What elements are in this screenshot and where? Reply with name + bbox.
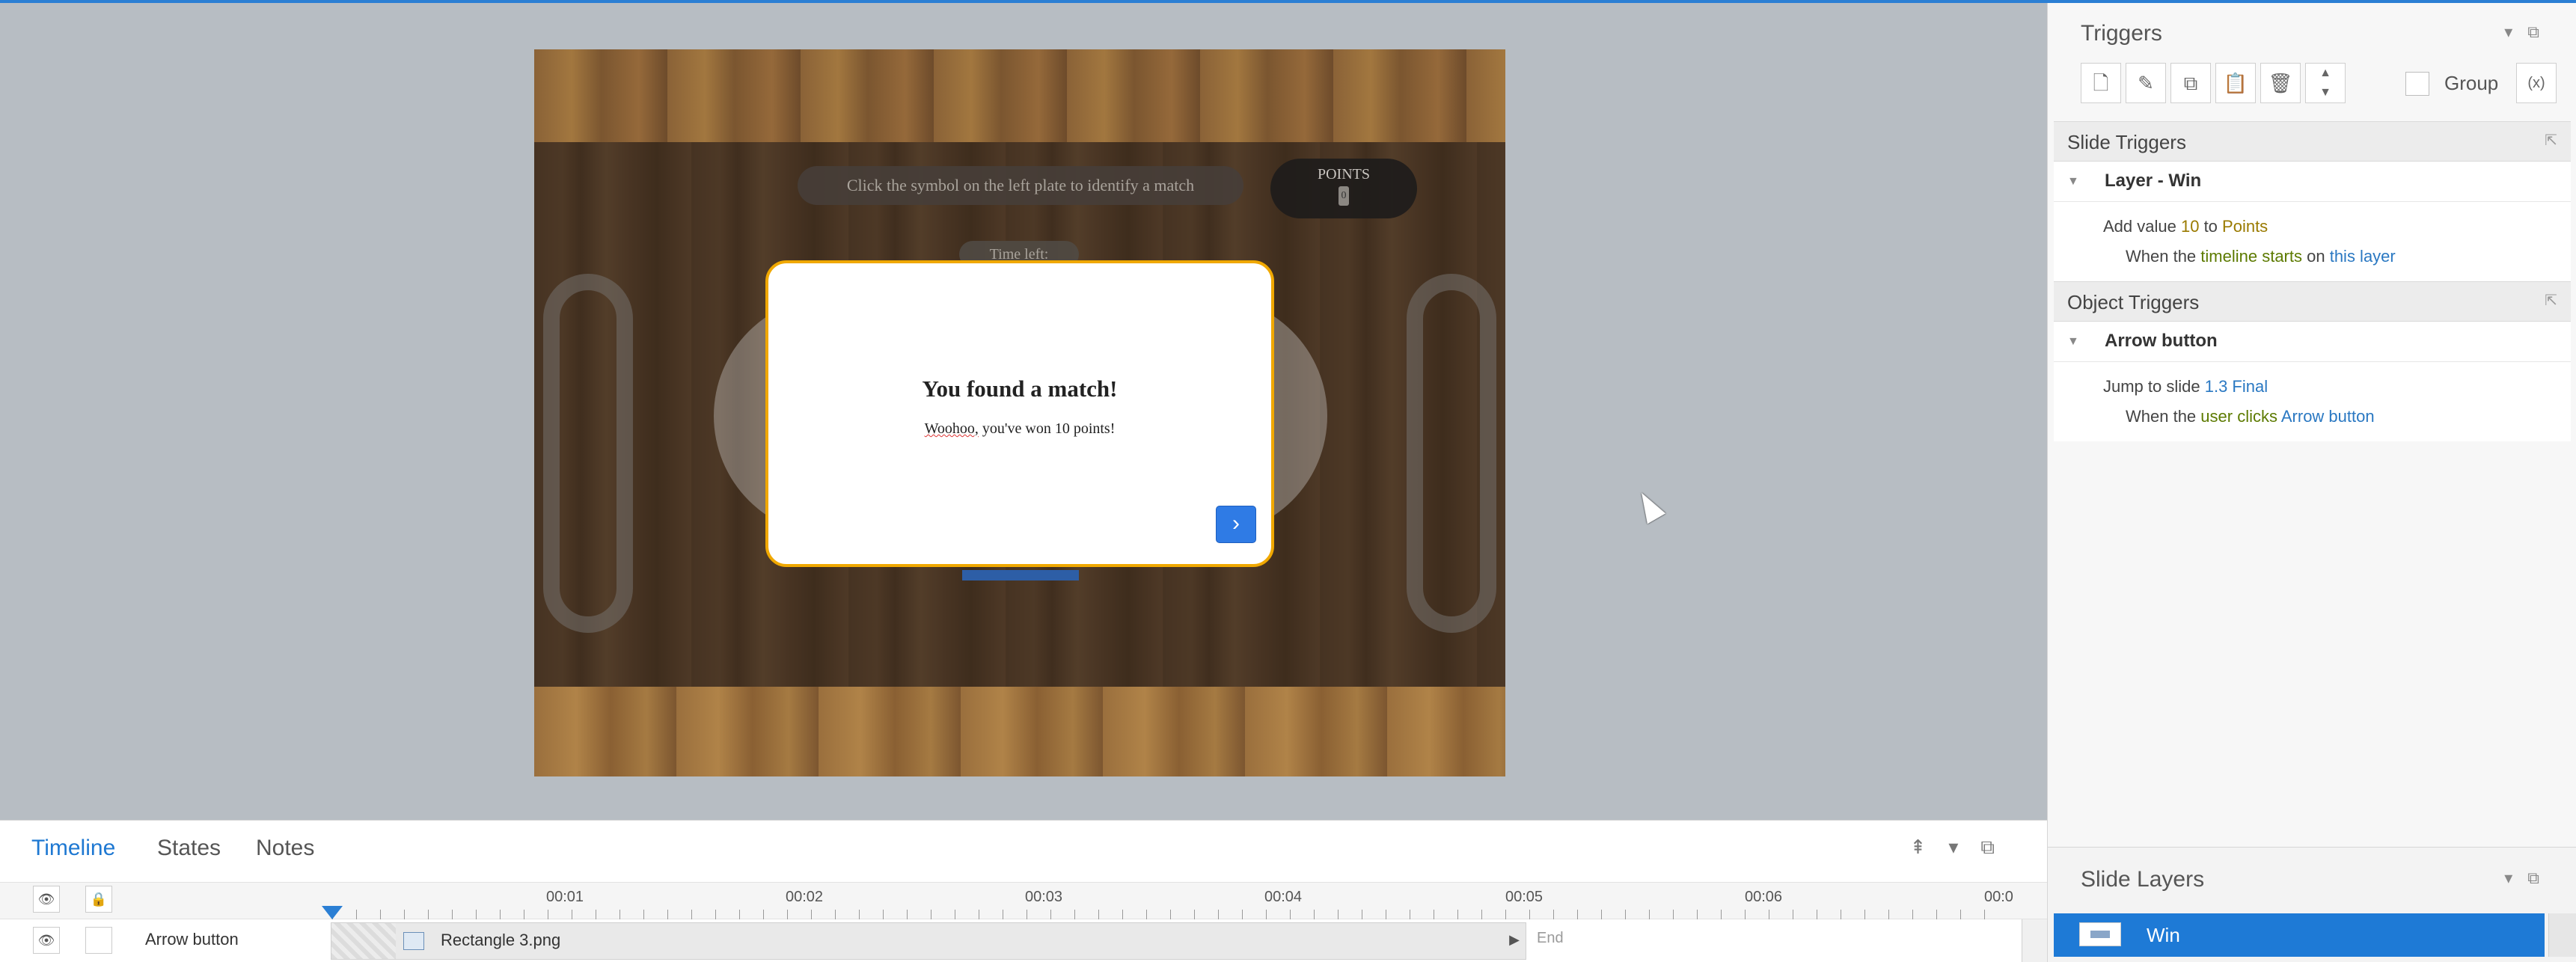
timeline-track-bar[interactable]: Rectangle 3.png ▶: [331, 922, 1526, 960]
eye-icon[interactable]: 👁: [33, 927, 60, 954]
tick-label: 00:04: [1264, 889, 1303, 905]
timeline-scrollbar[interactable]: [2022, 919, 2047, 962]
delete-trigger-icon[interactable]: 🗑: [2260, 63, 2301, 103]
points-label: POINTS: [1317, 166, 1370, 183]
stage-canvas: Click the symbol on the left plate to id…: [0, 3, 2047, 820]
track-end-arrow-icon[interactable]: ▶: [1509, 932, 1520, 948]
collapse-icon[interactable]: ⇱: [2545, 131, 2557, 150]
collapse-icon[interactable]: ⇱: [2545, 291, 2557, 310]
arrow-button[interactable]: ›: [1216, 506, 1256, 543]
panel-menu-icons[interactable]: ▾⧉: [2504, 868, 2554, 888]
eye-icon[interactable]: 👁: [33, 886, 60, 913]
layer-name: Win: [2147, 924, 2180, 946]
tick-label: 00:03: [1025, 889, 1063, 905]
timeline-row[interactable]: 👁 Arrow button Rectangle 3.png ▶ End: [0, 919, 2047, 962]
tick-label: 00:01: [546, 889, 584, 905]
copy-trigger-icon[interactable]: ⧉: [2170, 63, 2211, 103]
match-popup: You found a match! Woohoo, you've won 10…: [765, 260, 1274, 567]
condition-text: When the: [2126, 407, 2201, 426]
move-up-down-icon[interactable]: ▲ ▼: [2305, 63, 2346, 103]
condition-event[interactable]: timeline starts: [2200, 247, 2302, 266]
object-triggers-section: Object Triggers ⇱ ▼ Arrow button Jump to…: [2054, 281, 2571, 441]
arrow-button-group[interactable]: ▼ Arrow button: [2054, 322, 2571, 362]
condition-target[interactable]: Arrow button: [2281, 407, 2375, 426]
tick-label: 00:02: [786, 889, 824, 905]
add-value-condition[interactable]: When the timeline starts on this layer: [2126, 247, 2396, 266]
add-value-trigger[interactable]: Add value 10 to Points: [2103, 217, 2268, 236]
trigger-target-slide[interactable]: 1.3 Final: [2205, 377, 2268, 396]
end-label: End: [1537, 930, 1564, 946]
points-display: POINTS 0: [1270, 159, 1417, 218]
trigger-action-text: Jump to slide: [2103, 377, 2205, 396]
jump-condition[interactable]: When the user clicks Arrow button: [2126, 407, 2375, 426]
object-name: Arrow button: [145, 930, 239, 949]
object-triggers-header[interactable]: Object Triggers ⇱: [2054, 281, 2571, 322]
points-value: 0: [1339, 186, 1349, 206]
slide-layers-title: Slide Layers: [2081, 867, 2205, 892]
tab-timeline[interactable]: Timeline: [31, 836, 115, 861]
arrow-button-object-name: Arrow button: [2105, 331, 2218, 351]
instruction-text: Click the symbol on the left plate to id…: [798, 166, 1243, 205]
layer-thumbnail: [2079, 922, 2121, 946]
popup-title: You found a match!: [922, 376, 1118, 402]
trigger-value[interactable]: 10: [2181, 217, 2199, 236]
slide-triggers-section: Slide Triggers ⇱ ▼ Layer - Win Add value…: [2054, 121, 2571, 281]
timeline-ruler[interactable]: 👁 🔒 00:01 00:02 00:03 00:04 00:05 00:06 …: [0, 882, 2047, 920]
tab-notes[interactable]: Notes: [256, 836, 314, 861]
slide-triggers-header[interactable]: Slide Triggers ⇱: [2054, 121, 2571, 162]
triggers-title: Triggers: [2081, 21, 2162, 46]
expand-triangle-icon[interactable]: ▼: [2067, 175, 2079, 189]
mouse-cursor-icon: [1632, 487, 1666, 524]
slide-triggers-title: Slide Triggers: [2067, 131, 2186, 153]
layer-win-group[interactable]: ▼ Layer - Win: [2054, 162, 2571, 202]
track-hatch: [331, 923, 396, 959]
slide-layers-panel: Slide Layers ▾⧉ Win: [2048, 847, 2576, 962]
popup-message-first-word: Woohoo,: [924, 420, 979, 437]
layer-row-win[interactable]: Win: [2054, 913, 2545, 957]
triggers-header: Triggers ▾⧉ 🗋 ✎ ⧉ 📋 🗑 ▲ ▼ Group (x): [2048, 3, 2576, 121]
tick-label: 00:06: [1745, 889, 1783, 905]
image-icon: [403, 932, 424, 950]
paste-trigger-icon[interactable]: 📋: [2215, 63, 2256, 103]
wood-bottom-plank: [534, 687, 1505, 776]
tab-states[interactable]: States: [157, 836, 221, 861]
group-checkbox[interactable]: [2405, 72, 2429, 96]
layer-win-name: Layer - Win: [2105, 171, 2202, 191]
timeline-panel: Timeline States Notes ⇞▾⧉ 👁 🔒 00:01 00:0…: [0, 820, 2047, 962]
lock-icon[interactable]: 🔒: [85, 886, 112, 913]
popup-message: Woohoo, you've won 10 points!: [768, 420, 1271, 438]
trigger-action-text: Add value: [2103, 217, 2181, 236]
condition-text: When the: [2126, 247, 2201, 266]
object-triggers-title: Object Triggers: [2067, 291, 2200, 313]
trigger-variable[interactable]: Points: [2222, 217, 2268, 236]
condition-target[interactable]: this layer: [2330, 247, 2396, 266]
ruler-ticks: [332, 910, 2008, 920]
tick-label: 00:0: [1984, 889, 2013, 905]
panel-menu-icons[interactable]: ▾⧉: [2504, 22, 2554, 42]
lock-checkbox[interactable]: [85, 927, 112, 954]
variables-icon[interactable]: (x): [2516, 63, 2557, 103]
timer-bar: [962, 570, 1079, 580]
expand-triangle-icon[interactable]: ▼: [2067, 335, 2079, 349]
new-trigger-icon[interactable]: 🗋: [2081, 63, 2121, 103]
group-label: Group: [2444, 72, 2499, 94]
trigger-action-to: to: [2199, 217, 2223, 236]
timeline-tools-icons[interactable]: ⇞▾⧉: [1910, 836, 2017, 860]
condition-on: on: [2302, 247, 2330, 266]
condition-event[interactable]: user clicks: [2200, 407, 2277, 426]
layers-scrollbar[interactable]: [2548, 913, 2576, 957]
edit-trigger-icon[interactable]: ✎: [2126, 63, 2166, 103]
playhead-marker[interactable]: [322, 906, 343, 919]
jump-to-slide-trigger[interactable]: Jump to slide 1.3 Final: [2103, 377, 2268, 396]
right-panel: Triggers ▾⧉ 🗋 ✎ ⧉ 📋 🗑 ▲ ▼ Group (x) Slide…: [2047, 3, 2576, 962]
tick-label: 00:05: [1505, 889, 1544, 905]
wood-top-plank: [534, 49, 1505, 142]
slide-preview[interactable]: Click the symbol on the left plate to id…: [534, 49, 1505, 776]
track-label: Rectangle 3.png: [441, 931, 561, 949]
popup-message-rest: you've won 10 points!: [978, 420, 1116, 437]
